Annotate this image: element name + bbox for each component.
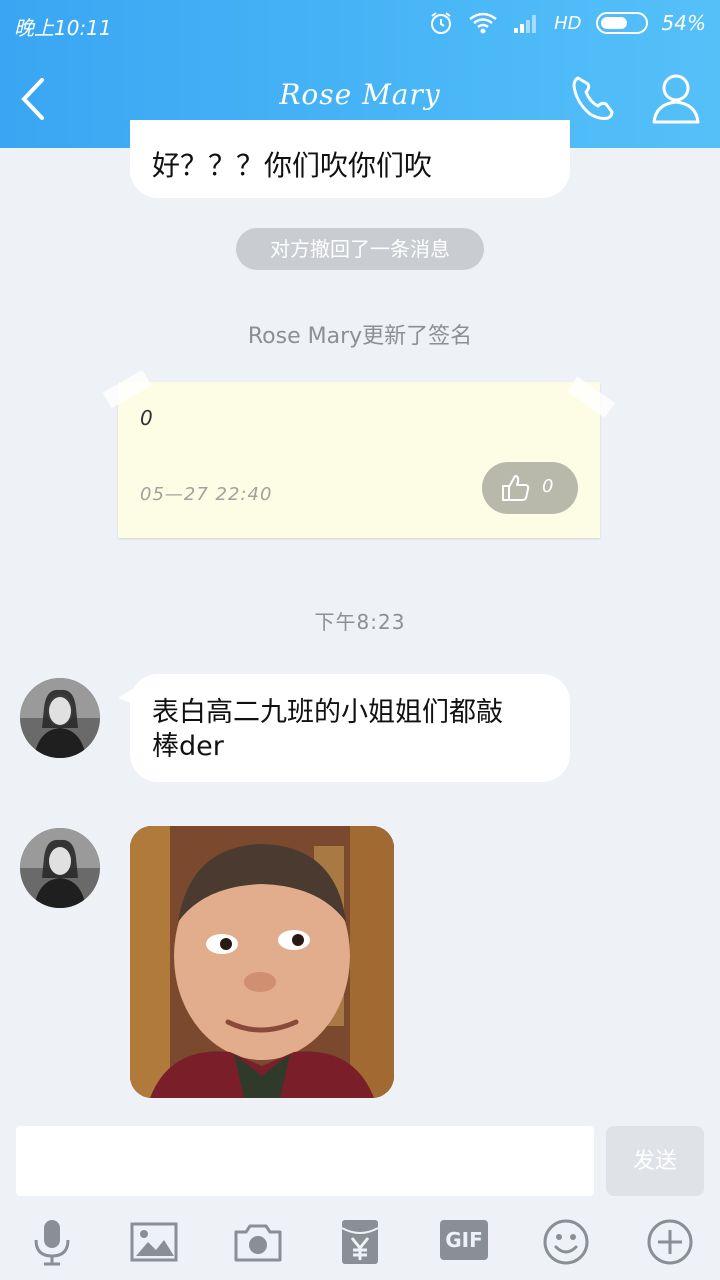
gif-label: GIF (445, 1228, 483, 1252)
send-button[interactable]: 发送 (606, 1126, 704, 1196)
mona-lisa-avatar-image (20, 678, 100, 758)
red-packet-icon[interactable] (334, 1216, 386, 1268)
mona-lisa-avatar-image (20, 828, 100, 908)
message-bubble[interactable]: 表白高二九班的小姐姐们都敲棒der (130, 674, 570, 782)
thumbs-up-icon (502, 475, 530, 501)
network-label: HD (554, 12, 582, 34)
alarm-icon (431, 12, 452, 34)
signature-update-notice: Rose Mary更新了签名 (247, 324, 473, 349)
avatar[interactable] (20, 678, 100, 758)
recall-notice: 对方撤回了一条消息 (236, 228, 484, 270)
tape-decoration (566, 376, 616, 418)
like-button[interactable]: 0 (482, 462, 578, 514)
battery-percent: 54% (661, 11, 706, 35)
sticker-face-image (130, 826, 394, 1098)
status-bar: 晚上10:11 HD 54% (0, 0, 720, 46)
status-time: 晚上10:11 (14, 16, 112, 40)
gif-icon[interactable]: GIF (440, 1220, 488, 1260)
input-toolbar: GIF (0, 1208, 720, 1280)
microphone-icon[interactable] (26, 1216, 78, 1268)
tape-decoration (102, 369, 152, 409)
emoji-icon[interactable] (540, 1216, 592, 1268)
battery-icon (595, 12, 648, 34)
signature-note-card[interactable]: 0 05—27 22:40 0 (102, 369, 616, 538)
camera-icon[interactable] (232, 1216, 284, 1268)
phone-icon[interactable] (566, 70, 622, 126)
message-bubble-partial[interactable]: 好？？？你们吹你们吹 (130, 120, 570, 198)
signal-icon (514, 15, 537, 33)
sticker-image[interactable] (130, 826, 394, 1098)
like-count: 0 (542, 476, 554, 497)
wifi-icon (469, 12, 497, 34)
image-icon[interactable] (128, 1216, 180, 1268)
signature-content: 0 (140, 406, 153, 430)
message-input[interactable] (16, 1126, 594, 1196)
message-text: 好？？？你们吹你们吹 (152, 149, 433, 182)
time-divider: 下午8:23 (314, 610, 406, 634)
signature-date: 05—27 22:40 (140, 484, 273, 505)
message-text: 表白高二九班的小姐姐们都敲棒der (152, 697, 503, 762)
user-profile-icon[interactable] (650, 70, 702, 126)
avatar[interactable] (20, 828, 100, 908)
composer: 发送 GIF (0, 1112, 720, 1280)
status-right: HD 54% (428, 10, 706, 36)
plus-icon[interactable] (644, 1216, 696, 1268)
